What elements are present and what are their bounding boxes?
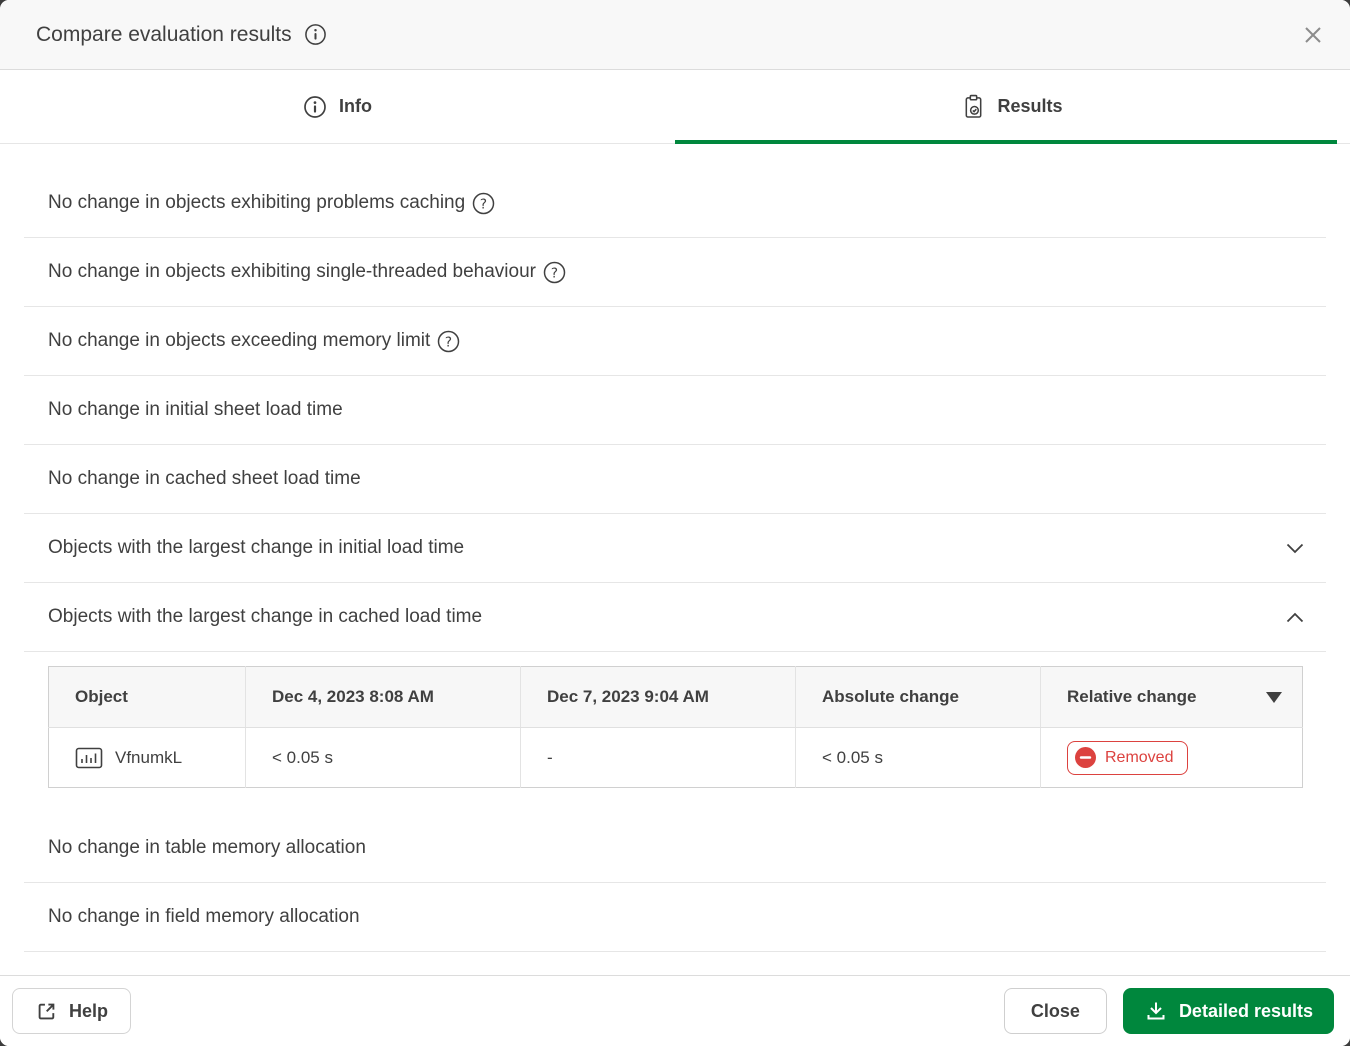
result-row-label: No change in cached sheet load time (48, 468, 361, 490)
prev-value-cell: < 0.05 s (246, 728, 521, 788)
info-icon[interactable] (304, 23, 327, 46)
detailed-results-button[interactable]: Detailed results (1123, 988, 1334, 1034)
results-panel: No change in objects exhibiting problems… (0, 144, 1350, 952)
status-badge-label: Removed (1105, 749, 1173, 767)
curr-value-cell: - (521, 728, 796, 788)
column-header-absolute-change[interactable]: Absolute change (796, 667, 1041, 728)
accordion-initial-load-time[interactable]: Objects with the largest change in initi… (24, 514, 1326, 583)
column-header-compared-date[interactable]: Dec 7, 2023 9:04 AM (521, 667, 796, 728)
result-row-single-threaded: No change in objects exhibiting single-t… (24, 238, 1326, 307)
relative-change-cell: Removed (1041, 728, 1303, 788)
info-icon (303, 95, 327, 119)
sort-descending-caret[interactable] (1266, 692, 1282, 703)
absolute-change-cell: < 0.05 s (796, 728, 1041, 788)
result-row-cached-sheet-load: No change in cached sheet load time (24, 445, 1326, 514)
tab-info-label: Info (339, 96, 372, 117)
result-row-field-memory: No change in field memory allocation (24, 883, 1326, 952)
object-cell: VfnumkL (49, 728, 246, 788)
column-header-label: Relative change (1067, 687, 1196, 707)
svg-text:?: ? (480, 196, 487, 212)
question-circle-icon[interactable]: ? (437, 330, 460, 353)
result-row-label: No change in objects exceeding memory li… (48, 330, 430, 352)
close-icon[interactable] (1298, 20, 1328, 50)
svg-text:?: ? (551, 265, 558, 281)
result-row-initial-sheet-load: No change in initial sheet load time (24, 376, 1326, 445)
tab-results[interactable]: Results (675, 70, 1350, 143)
table-header-row: Object Dec 4, 2023 8:08 AM Dec 7, 2023 9… (49, 667, 1303, 728)
column-header-object[interactable]: Object (49, 667, 246, 728)
result-row-memory-limit: No change in objects exceeding memory li… (24, 307, 1326, 376)
result-row-problems-caching: No change in objects exhibiting problems… (24, 169, 1326, 238)
accordion-label: Objects with the largest change in cache… (48, 606, 482, 628)
chevron-down-icon (1286, 543, 1304, 554)
bar-chart-icon (75, 746, 103, 770)
question-circle-icon[interactable]: ? (472, 192, 495, 215)
result-row-table-memory: No change in table memory allocation (24, 814, 1326, 883)
table-row: VfnumkL < 0.05 s - < 0.05 s (49, 728, 1303, 788)
result-row-label: No change in initial sheet load time (48, 399, 343, 421)
tab-info[interactable]: Info (0, 70, 675, 143)
clipboard-check-icon (962, 94, 985, 119)
column-header-relative-change[interactable]: Relative change (1041, 667, 1303, 728)
accordion-label: Objects with the largest change in initi… (48, 537, 464, 559)
result-row-label: No change in objects exhibiting problems… (48, 192, 465, 214)
svg-text:?: ? (445, 334, 452, 350)
result-row-label: No change in field memory allocation (48, 906, 360, 928)
result-row-label: No change in objects exhibiting single-t… (48, 261, 536, 283)
result-row-label: No change in table memory allocation (48, 837, 366, 859)
modal-footer: Help Close Detailed results (0, 975, 1350, 1046)
external-link-icon (35, 1000, 58, 1023)
cached-load-time-table: Object Dec 4, 2023 8:08 AM Dec 7, 2023 9… (48, 666, 1326, 788)
page-title: Compare evaluation results (36, 23, 292, 47)
detailed-results-label: Detailed results (1179, 1001, 1313, 1022)
object-name: VfnumkL (115, 748, 182, 768)
close-button-label: Close (1031, 1001, 1080, 1022)
tab-results-label: Results (997, 96, 1062, 117)
minus-circle-icon (1075, 747, 1096, 768)
compare-evaluation-modal: Compare evaluation results (0, 0, 1350, 1046)
status-badge-removed: Removed (1067, 741, 1188, 775)
column-header-baseline-date[interactable]: Dec 4, 2023 8:08 AM (246, 667, 521, 728)
tab-bar: Info Results (0, 70, 1350, 144)
download-icon (1144, 999, 1168, 1023)
help-button[interactable]: Help (12, 988, 131, 1034)
question-circle-icon[interactable]: ? (543, 261, 566, 284)
modal-header: Compare evaluation results (0, 0, 1350, 70)
accordion-cached-load-time[interactable]: Objects with the largest change in cache… (24, 583, 1326, 652)
close-button[interactable]: Close (1004, 988, 1107, 1034)
help-button-label: Help (69, 1001, 108, 1022)
chevron-up-icon (1286, 612, 1304, 623)
